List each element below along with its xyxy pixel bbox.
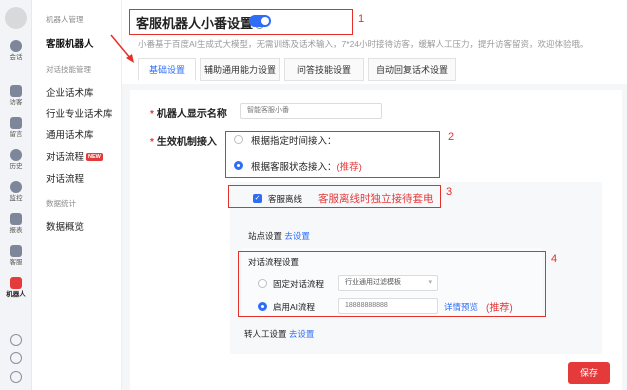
rail-label: 监控	[9, 195, 23, 202]
new-badge: NEW	[86, 153, 103, 161]
rail-label: 机器人	[6, 291, 26, 298]
name-label-text: 机器人显示名称	[156, 109, 227, 120]
transfer-settings-text: 转人工设置	[244, 329, 287, 339]
rail-label: 客服	[9, 259, 23, 266]
transfer-settings-label: 转人工设置 去设置	[244, 328, 314, 340]
save-button[interactable]: 保存	[568, 362, 610, 384]
avatar[interactable]	[5, 7, 27, 29]
menu-item-flow[interactable]: 对话流程	[46, 171, 84, 185]
menu-group-robot: 机器人管理	[46, 15, 84, 24]
rail-item-report[interactable]: 报表	[0, 213, 32, 235]
rail-label: 会话	[9, 54, 23, 61]
site-settings-label: 站点设置 去设置	[248, 230, 310, 242]
annotation-box-2	[225, 131, 440, 178]
menu-group-stats: 数据统计	[46, 199, 76, 208]
annotation-box-1	[129, 9, 353, 35]
menu-item-robot[interactable]: 客服机器人	[46, 36, 94, 50]
message-icon	[10, 117, 22, 129]
menu-item-flow-new[interactable]: 对话流程 NEW	[46, 149, 103, 163]
rail-item-robot[interactable]: 机器人	[0, 277, 32, 299]
site-settings-link[interactable]: 去设置	[284, 231, 310, 241]
annotation-number-3: 3	[446, 186, 453, 198]
headset-icon[interactable]	[10, 352, 22, 364]
icon-rail: 会话 访客 留言 历史 监控 报表 客服 机器人	[0, 0, 32, 390]
menu-item-general[interactable]: 通用话术库	[46, 127, 94, 141]
menu-item-overview[interactable]: 数据概览	[46, 219, 84, 233]
transfer-settings-link[interactable]: 去设置	[289, 329, 315, 339]
tab-assist[interactable]: 辅助通用能力设置	[200, 58, 280, 81]
rail-item-monitor[interactable]: 监控	[0, 181, 32, 203]
robot-name-input[interactable]: 智能客服小番	[240, 103, 382, 119]
secondary-menu: 机器人管理 客服机器人 对话技能管理 企业话术库 行业专业话术库 通用话术库 对…	[32, 0, 122, 390]
rail-label: 历史	[9, 163, 23, 170]
page-subtitle: 小番基于百度AI生成式大模型，无需训练及话术输入，7*24小时接待访客，缓解人工…	[138, 39, 589, 49]
mode-label: * 生效机制接入	[150, 137, 217, 148]
robot-icon	[10, 277, 22, 289]
agent-icon	[10, 245, 22, 257]
tab-qa-skills[interactable]: 问答技能设置	[284, 58, 364, 81]
chat-icon	[10, 40, 22, 52]
annotation-box-4	[238, 251, 546, 317]
monitor-icon	[10, 181, 22, 193]
visitors-icon	[10, 85, 22, 97]
report-icon	[10, 213, 22, 225]
site-settings-text: 站点设置	[248, 231, 283, 241]
mode-label-text: 生效机制接入	[156, 137, 217, 148]
rail-item-chat[interactable]: 会话	[0, 40, 32, 62]
rail-item-visitors[interactable]: 访客	[0, 85, 32, 107]
rail-item-message[interactable]: 留言	[0, 117, 32, 139]
rail-label: 访客	[9, 99, 23, 106]
settings-icon[interactable]	[10, 334, 22, 346]
history-icon	[10, 149, 22, 161]
name-label: * 机器人显示名称	[150, 109, 227, 120]
annotation-box-3	[228, 185, 441, 208]
annotation-number-1: 1	[358, 13, 365, 25]
menu-group-skills: 对话技能管理	[46, 65, 91, 74]
rail-label: 留言	[9, 131, 23, 138]
menu-item-industry[interactable]: 行业专业话术库	[46, 106, 113, 120]
annotation-number-4: 4	[551, 253, 558, 265]
rail-label: 报表	[9, 227, 23, 234]
annotation-number-2: 2	[448, 131, 455, 143]
rail-item-history[interactable]: 历史	[0, 149, 32, 171]
menu-item-enterprise[interactable]: 企业话术库	[46, 85, 94, 99]
tab-auto-reply[interactable]: 自动回复话术设置	[368, 58, 456, 81]
menu-item-label: 对话流程	[46, 152, 85, 163]
rail-item-agent[interactable]: 客服	[0, 245, 32, 267]
tab-basic[interactable]: 基础设置	[138, 58, 196, 81]
more-icon[interactable]	[10, 371, 22, 383]
